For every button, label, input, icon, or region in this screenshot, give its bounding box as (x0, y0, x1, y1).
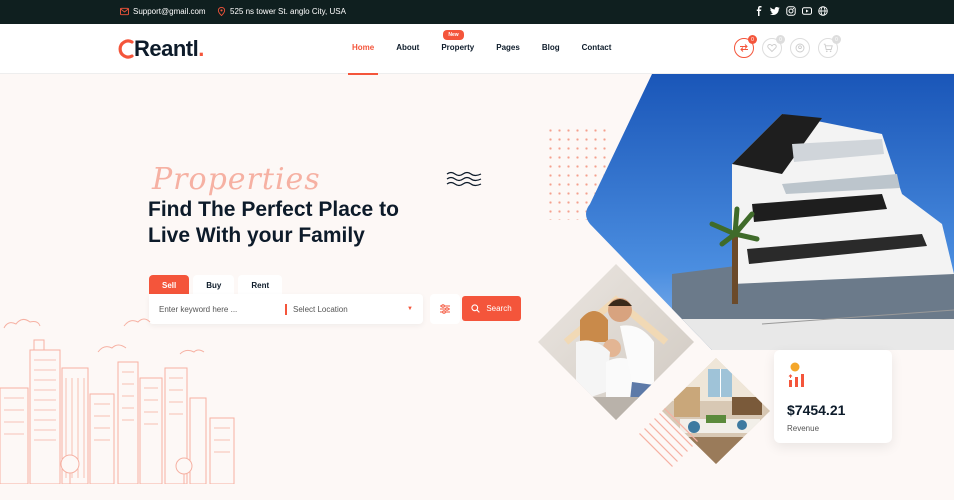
email-contact[interactable]: Support@gmail.com (120, 7, 206, 16)
sliders-icon (440, 304, 450, 314)
wave-decoration (446, 171, 482, 187)
logo-mark-icon (118, 36, 136, 62)
location-select[interactable]: Select Location (293, 305, 407, 314)
wishlist-button[interactable]: 0 (762, 35, 785, 58)
hero-headline: Find The Perfect Place to Live With your… (148, 197, 399, 249)
mail-icon (120, 7, 129, 16)
nav-blog[interactable]: Blog (542, 43, 560, 52)
revenue-card: $7454.21 Revenue (774, 350, 892, 443)
search-divider (285, 303, 287, 315)
new-badge: New (443, 30, 464, 40)
search-icon (471, 304, 481, 313)
wishlist-count: 0 (776, 35, 785, 44)
city-illustration (0, 318, 235, 484)
header-actions: 0 0 0 (734, 35, 841, 58)
tab-sell[interactable]: Sell (149, 275, 190, 295)
twitter-icon[interactable] (770, 6, 780, 16)
cart-count: 0 (832, 35, 841, 44)
revenue-value: $7454.21 (787, 402, 846, 418)
compare-icon (740, 44, 748, 52)
compare-count: 0 (748, 35, 757, 44)
nav-home[interactable]: Home (347, 43, 379, 75)
search-button-label: Search (486, 304, 512, 313)
tab-rent[interactable]: Rent (238, 275, 283, 295)
filter-button[interactable] (430, 294, 460, 324)
headline-line-1: Find The Perfect Place to (148, 198, 399, 221)
user-icon (795, 43, 805, 53)
logo-dot: . (198, 36, 204, 61)
cart-icon (823, 43, 833, 53)
globe-icon[interactable] (818, 6, 828, 16)
youtube-icon[interactable] (802, 6, 812, 16)
location-pin-icon (217, 7, 226, 16)
instagram-icon[interactable] (786, 6, 796, 16)
email-text: Support@gmail.com (133, 7, 206, 16)
address-text: 525 ns tower St. anglo City, USA (230, 7, 346, 16)
main-nav: Home About New Property Pages Blog Conta… (347, 30, 633, 75)
stripe-decoration (638, 402, 704, 468)
top-bar: Support@gmail.com 525 ns tower St. anglo… (0, 0, 954, 24)
social-links (754, 6, 828, 16)
revenue-chart-icon (788, 362, 804, 387)
nav-property[interactable]: New Property (441, 30, 474, 52)
main-header: Reantl. Home About New Property Pages Bl… (0, 24, 954, 75)
chevron-down-icon[interactable]: ▼ (407, 306, 413, 312)
revenue-label: Revenue (787, 424, 820, 433)
search-button[interactable]: Search (462, 296, 521, 321)
heart-icon (767, 44, 777, 53)
nav-contact[interactable]: Contact (582, 43, 612, 52)
nav-pages[interactable]: Pages (496, 43, 520, 52)
headline-line-2: Live With your Family (148, 224, 365, 247)
facebook-icon[interactable] (754, 6, 764, 16)
listing-type-tabs: Sell Buy Rent (149, 275, 283, 295)
account-button[interactable] (790, 38, 810, 58)
hero-script-text: Properties (152, 162, 321, 197)
logo-text: Reantl (134, 36, 199, 61)
nav-about[interactable]: About (396, 43, 419, 52)
tab-buy[interactable]: Buy (193, 275, 235, 295)
cart-button[interactable]: 0 (818, 35, 841, 58)
address-contact: 525 ns tower St. anglo City, USA (217, 7, 346, 16)
logo[interactable]: Reantl. (118, 36, 204, 62)
compare-button[interactable]: 0 (734, 35, 757, 58)
